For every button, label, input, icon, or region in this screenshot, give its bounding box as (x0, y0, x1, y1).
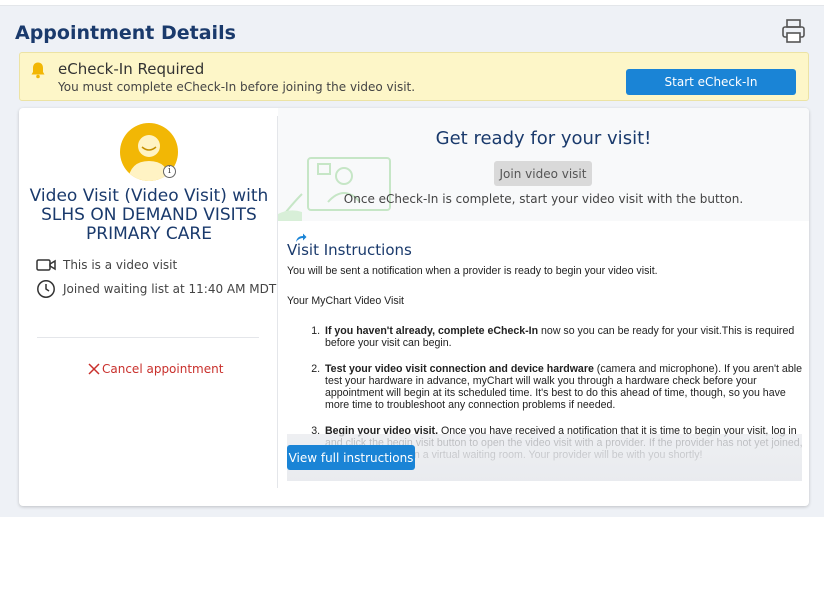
list-item: Test your video visit connection and dev… (323, 363, 803, 411)
banner-title: eCheck-In Required (58, 60, 205, 78)
get-ready-title: Get ready for your visit! (435, 128, 652, 149)
appointment-card: i Video Visit (Video Visit) with SLHS ON… (19, 108, 809, 506)
print-icon[interactable] (781, 18, 807, 44)
info-icon[interactable]: i (163, 165, 176, 178)
video-camera-icon (36, 255, 56, 275)
echeckin-banner: eCheck-In Required You must complete eCh… (19, 52, 809, 101)
instructions-intro: You will be sent a notification when a p… (287, 265, 658, 277)
horizontal-divider (37, 337, 259, 338)
get-ready-text: Once eCheck-In is complete, start your v… (343, 192, 744, 206)
bell-icon (29, 61, 47, 79)
visit-title: Video Visit (Video Visit) with SLHS ON D… (29, 186, 269, 244)
get-ready-panel: Get ready for your visit! Join video vis… (278, 108, 809, 221)
cancel-appointment-label: Cancel appointment (102, 362, 224, 376)
clock-icon (36, 279, 56, 299)
top-strip (0, 0, 824, 6)
banner-message: You must complete eCheck-In before joini… (58, 80, 416, 94)
video-visit-illustration (278, 157, 391, 221)
list-item: If you haven't already, complete eCheck-… (323, 325, 803, 349)
visit-instructions-title: Visit Instructions (287, 241, 412, 259)
start-echeckin-button[interactable]: Start eCheck-In (626, 69, 796, 95)
instructions-subtitle: Your MyChart Video Visit (287, 295, 404, 307)
view-full-instructions-button[interactable]: View full instructions (287, 445, 415, 470)
step-bold: If you haven't already, complete eCheck-… (325, 325, 539, 337)
waiting-list-note: Joined waiting list at 11:40 AM MDT (63, 282, 277, 296)
close-x-icon (88, 363, 100, 375)
waiting-list-row: Joined waiting list at 11:40 AM MDT (36, 279, 276, 299)
video-visit-note: This is a video visit (63, 258, 178, 272)
page-title: Appointment Details (15, 22, 236, 44)
video-visit-row: This is a video visit (36, 255, 177, 275)
cancel-appointment-link[interactable]: Cancel appointment (88, 362, 223, 376)
step-bold: Test your video visit connection and dev… (325, 363, 594, 375)
join-video-visit-button[interactable]: Join video visit (494, 161, 592, 186)
